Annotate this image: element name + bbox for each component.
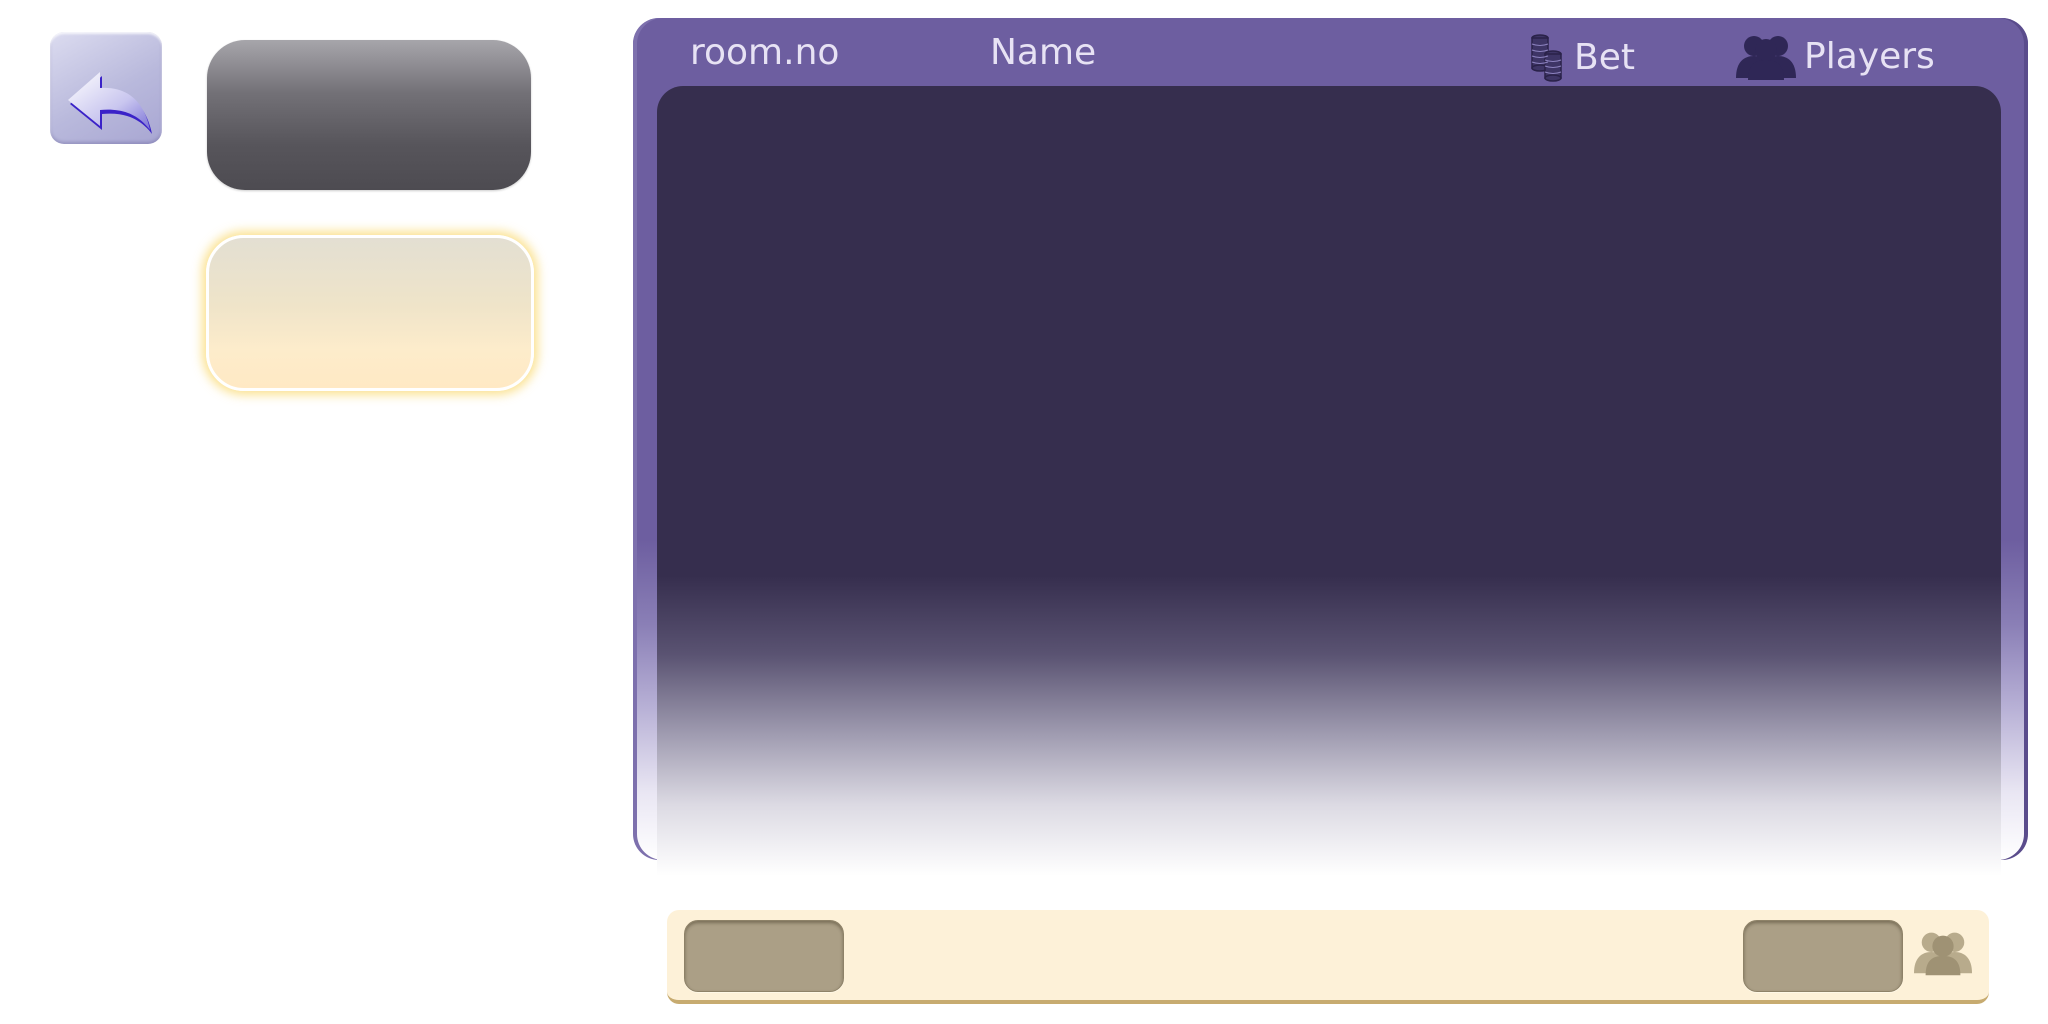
header-players: Players [1736, 32, 1935, 80]
bottom-left-button[interactable] [684, 920, 844, 992]
header-name: Name [990, 32, 1096, 73]
room-list-area[interactable] [657, 86, 2001, 876]
players-group-icon [1914, 932, 1972, 976]
bottom-right-button[interactable] [1743, 920, 1903, 992]
lobby-tab-2-selected[interactable] [206, 235, 534, 391]
room-list-header: room.no Name Bet Players [633, 18, 2028, 88]
header-room-no: room.no [690, 32, 839, 73]
back-arrow-icon [68, 72, 152, 134]
room-list-panel: room.no Name Bet Players [633, 18, 2028, 876]
header-room-no-label: room.no [690, 32, 840, 73]
header-bet-label: Bet [1574, 36, 1635, 78]
back-button[interactable] [50, 32, 162, 144]
bottom-bar [667, 910, 1989, 1004]
lobby-tab-1[interactable] [207, 40, 531, 190]
header-players-label: Players [1804, 35, 1935, 77]
header-bet: Bet [1526, 32, 1635, 82]
header-name-label: Name [990, 32, 1097, 73]
coin-stack-icon [1531, 34, 1562, 82]
players-group-icon [1736, 36, 1796, 80]
lobby-screen: room.no Name Bet Players [0, 0, 2048, 1024]
